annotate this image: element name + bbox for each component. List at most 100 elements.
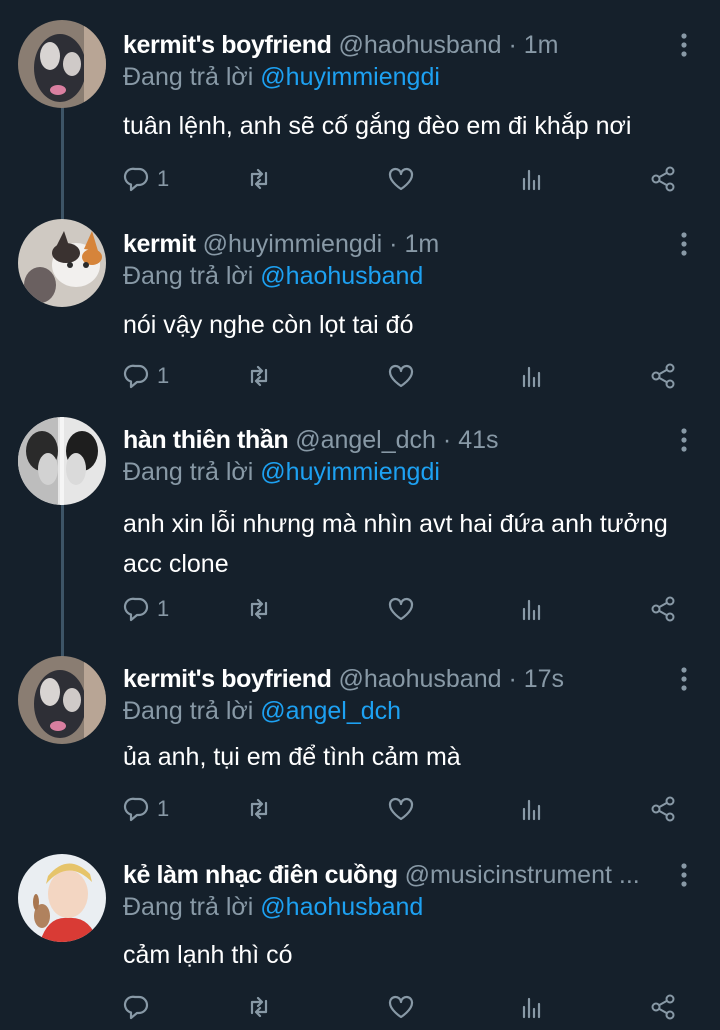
reply-button[interactable]: 1 [123, 359, 169, 393]
timestamp[interactable]: 41s [458, 426, 498, 454]
reply-context: Đang trả lời @huyimmiengdi [123, 457, 440, 487]
tweet-text-line: anh xin lỗi nhưng mà nhìn avt hai đứa an… [123, 510, 668, 538]
share-icon [651, 363, 675, 389]
tweet[interactable]: kermit's boyfriend @haohusband · 1m Đang… [0, 20, 720, 200]
user-handle[interactable]: @angel_dch [295, 426, 436, 454]
retweet-button[interactable] [245, 792, 273, 826]
more-icon[interactable] [678, 427, 690, 453]
analytics-button[interactable] [518, 162, 546, 196]
heart-icon [388, 364, 414, 388]
reply-button[interactable] [123, 990, 157, 1024]
avatar[interactable] [18, 417, 106, 505]
timestamp[interactable]: 1m [524, 31, 559, 59]
reply-context: Đang trả lời @haohusband [123, 892, 423, 922]
retweet-icon [250, 365, 268, 387]
avatar[interactable] [18, 219, 106, 307]
reply-icon [123, 364, 149, 389]
heart-icon [388, 797, 414, 821]
share-icon [651, 166, 675, 192]
action-bar: 1 [123, 162, 683, 196]
share-icon [651, 994, 675, 1020]
retweet-button[interactable] [245, 592, 273, 626]
reply-mention[interactable]: @haohusband [260, 262, 423, 290]
analytics-icon [522, 997, 541, 1019]
user-handle[interactable]: @musicinstrument ... [405, 861, 640, 889]
reply-button[interactable]: 1 [123, 592, 169, 626]
action-bar: 1 [123, 359, 683, 393]
tweet[interactable]: kermit @huyimmiengdi · 1m Đang trả lời @… [0, 219, 720, 399]
reply-prefix: Đang trả lời [123, 893, 261, 921]
analytics-icon [522, 599, 541, 621]
more-icon[interactable] [678, 666, 690, 692]
tweet-text: ủa anh, tụi em để tình cảm mà [123, 743, 461, 771]
more-icon[interactable] [678, 862, 690, 888]
retweet-icon [250, 996, 268, 1018]
separator: · [389, 230, 398, 258]
like-button[interactable] [387, 592, 415, 626]
tweet-header: hàn thiên thần @angel_dch · 41s [123, 425, 670, 455]
tweet[interactable]: kermit's boyfriend @haohusband · 17s Đan… [0, 656, 720, 834]
share-icon [651, 796, 675, 822]
heart-icon [388, 597, 414, 621]
share-button[interactable] [649, 592, 677, 626]
separator: · [508, 31, 517, 59]
analytics-button[interactable] [518, 359, 546, 393]
avatar[interactable] [18, 656, 106, 744]
share-button[interactable] [649, 792, 677, 826]
avatar[interactable] [18, 20, 106, 108]
reply-prefix: Đang trả lời [123, 458, 261, 486]
reply-mention[interactable]: @angel_dch [260, 697, 401, 725]
reply-button[interactable]: 1 [123, 162, 169, 196]
like-button[interactable] [387, 792, 415, 826]
retweet-button[interactable] [245, 162, 273, 196]
reply-mention[interactable]: @haohusband [260, 893, 423, 921]
more-icon[interactable] [678, 32, 690, 58]
share-button[interactable] [649, 990, 677, 1024]
reply-icon [123, 597, 149, 622]
reply-mention[interactable]: @huyimmiengdi [260, 63, 440, 91]
analytics-icon [522, 366, 541, 388]
retweet-button[interactable] [245, 359, 273, 393]
avatar[interactable] [18, 854, 106, 942]
reply-icon [123, 797, 149, 822]
separator: · [508, 665, 517, 693]
user-handle[interactable]: @haohusband [338, 31, 501, 59]
share-button[interactable] [649, 359, 677, 393]
display-name[interactable]: hàn thiên thần [123, 426, 289, 454]
analytics-button[interactable] [518, 792, 546, 826]
share-button[interactable] [649, 162, 677, 196]
reply-button[interactable]: 1 [123, 792, 169, 826]
user-handle[interactable]: @huyimmiengdi [203, 230, 383, 258]
tweet-header: kermit's boyfriend @haohusband · 1m [123, 30, 670, 60]
reply-context: Đang trả lời @haohusband [123, 261, 423, 291]
tweet[interactable]: hàn thiên thần @angel_dch · 41s Đang trả… [0, 417, 720, 635]
action-bar: 1 [123, 792, 683, 826]
like-button[interactable] [387, 359, 415, 393]
reply-mention[interactable]: @huyimmiengdi [260, 458, 440, 486]
reply-icon [123, 995, 149, 1020]
tweet-header: kermit's boyfriend @haohusband · 17s [123, 664, 670, 694]
analytics-icon [522, 799, 541, 821]
reply-prefix: Đang trả lời [123, 262, 261, 290]
display-name[interactable]: kermit's boyfriend [123, 31, 332, 59]
retweet-button[interactable] [245, 990, 273, 1024]
retweet-icon [250, 798, 268, 820]
display-name[interactable]: kẻ làm nhạc điên cuồng [123, 861, 398, 889]
like-button[interactable] [387, 162, 415, 196]
tweet[interactable]: kẻ làm nhạc điên cuồng @musicinstrument … [0, 854, 720, 1030]
more-icon[interactable] [678, 231, 690, 257]
display-name[interactable]: kermit [123, 230, 196, 258]
reply-thread: kermit's boyfriend @haohusband · 1m Đang… [0, 0, 720, 1030]
display-name[interactable]: kermit's boyfriend [123, 665, 332, 693]
retweet-icon [250, 168, 268, 190]
action-bar: 1 [123, 592, 683, 626]
timestamp[interactable]: 17s [524, 665, 564, 693]
reply-prefix: Đang trả lời [123, 63, 261, 91]
like-button[interactable] [387, 990, 415, 1024]
analytics-button[interactable] [518, 990, 546, 1024]
tweet-header: kermit @huyimmiengdi · 1m [123, 229, 670, 259]
timestamp[interactable]: 1m [404, 230, 439, 258]
reply-count: 1 [157, 363, 170, 388]
user-handle[interactable]: @haohusband [338, 665, 501, 693]
analytics-button[interactable] [518, 592, 546, 626]
